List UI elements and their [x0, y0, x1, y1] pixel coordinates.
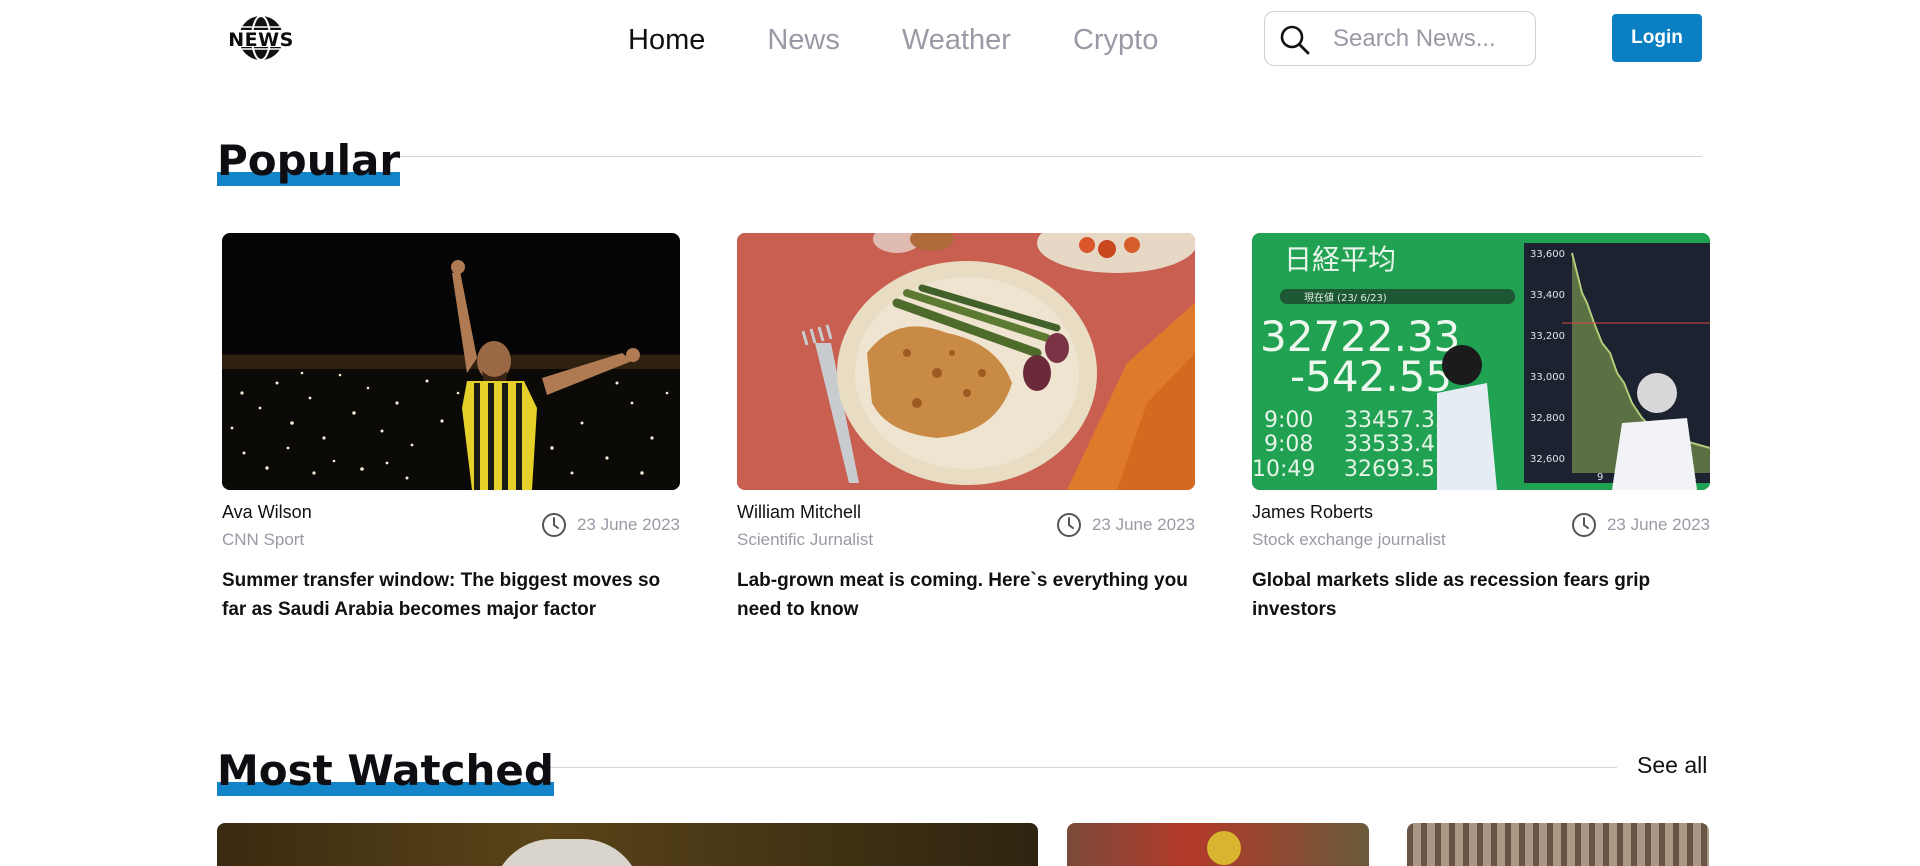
most-watched-video[interactable] — [1407, 823, 1709, 866]
search-box[interactable] — [1264, 11, 1536, 66]
board-row-value: 33533.47 — [1344, 432, 1449, 457]
nav-weather[interactable]: Weather — [902, 20, 1011, 60]
site-header: NEWS Home News Weather Crypto Login — [0, 0, 1920, 78]
most-watched-heading-text: Most Watched — [217, 746, 554, 795]
article-meta: James Roberts Stock exchange journalist … — [1252, 502, 1710, 572]
svg-text:33,600: 33,600 — [1530, 249, 1565, 260]
svg-text:33,000: 33,000 — [1530, 372, 1565, 383]
board-row-value: 33457.35 — [1344, 408, 1449, 433]
board-title: 日経平均 — [1284, 243, 1396, 276]
search-icon[interactable] — [1279, 24, 1311, 56]
board-row-time: 9:00 — [1264, 408, 1313, 433]
svg-text:32,800: 32,800 — [1530, 413, 1565, 424]
article-card[interactable]: Ava Wilson CNN Sport 23 June 2023 Summer… — [222, 233, 680, 624]
section-divider — [533, 767, 1617, 768]
login-button[interactable]: Login — [1612, 14, 1702, 62]
popular-heading: Popular — [217, 136, 401, 186]
date-text: 23 June 2023 — [1606, 515, 1710, 534]
nav-home[interactable]: Home — [628, 20, 705, 60]
article-meta: William Mitchell Scientific Jurnalist 23… — [737, 502, 1195, 572]
article-date: 23 June 2023 — [1056, 512, 1195, 538]
site-logo[interactable]: NEWS — [228, 14, 294, 62]
article-card[interactable]: William Mitchell Scientific Jurnalist 23… — [737, 233, 1195, 624]
article-author[interactable]: Ava Wilson — [222, 502, 312, 523]
nav-crypto[interactable]: Crypto — [1073, 20, 1158, 60]
author-role: Stock exchange journalist — [1252, 530, 1446, 549]
clock-icon — [1056, 513, 1081, 537]
date-text: 23 June 2023 — [576, 515, 680, 534]
video-thumbnail-subject — [1207, 831, 1241, 865]
article-image-football[interactable] — [222, 233, 680, 490]
popular-heading-text: Popular — [217, 136, 401, 185]
svg-text:33,200: 33,200 — [1530, 331, 1565, 342]
video-thumbnail-subject — [492, 839, 642, 866]
author-role: CNN Sport — [222, 530, 305, 549]
article-date: 23 June 2023 — [541, 512, 680, 538]
main-nav: Home News Weather Crypto — [628, 20, 1220, 60]
board-subtitle: 現在値 (23/ 6/23) — [1304, 291, 1387, 304]
article-headline[interactable]: Lab-grown meat is coming. Here`s everyth… — [737, 566, 1195, 624]
see-all-link[interactable]: See all — [1637, 752, 1707, 779]
article-card[interactable]: 日経平均 現在値 (23/ 6/23) 32722.33 -542.55 9:0… — [1252, 233, 1710, 624]
svg-text:9: 9 — [1597, 472, 1603, 483]
most-watched-video[interactable] — [1067, 823, 1369, 866]
most-watched-video-main[interactable] — [217, 823, 1038, 866]
svg-text:32,600: 32,600 — [1530, 454, 1565, 465]
date-text: 23 June 2023 — [1091, 515, 1195, 534]
article-date: 23 June 2023 — [1571, 512, 1710, 538]
article-author[interactable]: James Roberts — [1252, 502, 1373, 523]
search-input[interactable] — [1333, 20, 1523, 58]
article-image-food[interactable] — [737, 233, 1195, 490]
board-row-time: 9:08 — [1264, 432, 1313, 457]
author-role: Scientific Jurnalist — [737, 530, 874, 549]
article-headline[interactable]: Summer transfer window: The biggest move… — [222, 566, 680, 624]
board-row-value: 32693.57 — [1344, 457, 1449, 482]
board-change: -542.55 — [1290, 352, 1452, 401]
logo-text: NEWS — [228, 29, 294, 51]
article-author[interactable]: William Mitchell — [737, 502, 861, 523]
clock-icon — [1571, 513, 1596, 537]
nav-news[interactable]: News — [767, 20, 840, 60]
article-meta: Ava Wilson CNN Sport 23 June 2023 — [222, 502, 680, 572]
section-divider — [388, 156, 1702, 157]
svg-text:33,400: 33,400 — [1530, 290, 1565, 301]
most-watched-heading: Most Watched — [217, 746, 554, 796]
article-headline[interactable]: Global markets slide as recession fears … — [1252, 566, 1710, 624]
clock-icon — [541, 513, 566, 537]
board-row-time: 10:49 — [1252, 457, 1315, 482]
article-image-stock-board[interactable]: 日経平均 現在値 (23/ 6/23) 32722.33 -542.55 9:0… — [1252, 233, 1710, 490]
